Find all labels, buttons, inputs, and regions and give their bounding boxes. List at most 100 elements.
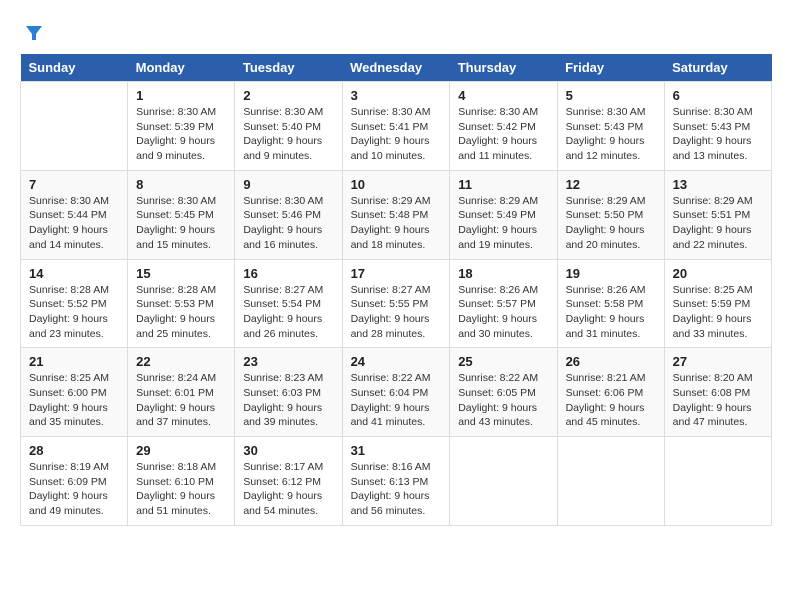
logo bbox=[20, 20, 46, 44]
week-row-4: 21Sunrise: 8:25 AM Sunset: 6:00 PM Dayli… bbox=[21, 348, 772, 437]
day-number: 4 bbox=[458, 88, 548, 103]
day-cell: 27 Sunrise: 8:20 AM Sunset: 6:08 PM Dayli… bbox=[664, 348, 771, 437]
day-cell: 1 Sunrise: 8:30 AM Sunset: 5:39 PM Daylig… bbox=[128, 82, 235, 171]
day-cell: 2Sunrise: 8:30 AM Sunset: 5:40 PM Daylig… bbox=[235, 82, 342, 171]
day-number: 16 bbox=[243, 266, 333, 281]
day-cell bbox=[557, 437, 664, 526]
day-info: Sunrise: 8:22 AM Sunset: 6:05 PM Dayligh… bbox=[458, 371, 548, 430]
day-cell: 30 Sunrise: 8:17 AM Sunset: 6:12 PM Dayli… bbox=[235, 437, 342, 526]
col-header-thursday: Thursday bbox=[450, 54, 557, 82]
day-info: Sunrise: 8:30 AM Sunset: 5:43 PM Dayligh… bbox=[566, 105, 656, 164]
day-cell: 10 Sunrise: 8:29 AM Sunset: 5:48 PM Dayli… bbox=[342, 170, 450, 259]
day-cell: 23 Sunrise: 8:23 AM Sunset: 6:03 PM Dayli… bbox=[235, 348, 342, 437]
day-info: Sunrise: 8:22 AM Sunset: 6:04 PM Dayligh… bbox=[351, 371, 442, 430]
day-cell: 20 Sunrise: 8:25 AM Sunset: 5:59 PM Dayli… bbox=[664, 259, 771, 348]
day-cell: 13Sunrise: 8:29 AM Sunset: 5:51 PM Dayli… bbox=[664, 170, 771, 259]
day-number: 5 bbox=[566, 88, 656, 103]
day-number: 3 bbox=[351, 88, 442, 103]
day-cell: 17 Sunrise: 8:27 AM Sunset: 5:55 PM Dayli… bbox=[342, 259, 450, 348]
day-cell bbox=[450, 437, 557, 526]
day-info: Sunrise: 8:26 AM Sunset: 5:57 PM Dayligh… bbox=[458, 283, 548, 342]
day-cell: 3 Sunrise: 8:30 AM Sunset: 5:41 PM Daylig… bbox=[342, 82, 450, 171]
day-number: 24 bbox=[351, 354, 442, 369]
day-info: Sunrise: 8:26 AM Sunset: 5:58 PM Dayligh… bbox=[566, 283, 656, 342]
day-info: Sunrise: 8:27 AM Sunset: 5:55 PM Dayligh… bbox=[351, 283, 442, 342]
day-cell: 16 Sunrise: 8:27 AM Sunset: 5:54 PM Dayli… bbox=[235, 259, 342, 348]
day-cell: 19Sunrise: 8:26 AM Sunset: 5:58 PM Dayli… bbox=[557, 259, 664, 348]
day-info: Sunrise: 8:19 AM Sunset: 6:09 PM Dayligh… bbox=[29, 460, 119, 519]
day-number: 23 bbox=[243, 354, 333, 369]
day-number: 26 bbox=[566, 354, 656, 369]
day-info: Sunrise: 8:29 AM Sunset: 5:48 PM Dayligh… bbox=[351, 194, 442, 253]
day-cell: 29 Sunrise: 8:18 AM Sunset: 6:10 PM Dayli… bbox=[128, 437, 235, 526]
day-info: Sunrise: 8:30 AM Sunset: 5:41 PM Dayligh… bbox=[351, 105, 442, 164]
day-cell: 5 Sunrise: 8:30 AM Sunset: 5:43 PM Daylig… bbox=[557, 82, 664, 171]
day-info: Sunrise: 8:25 AM Sunset: 5:59 PM Dayligh… bbox=[673, 283, 763, 342]
day-info: Sunrise: 8:17 AM Sunset: 6:12 PM Dayligh… bbox=[243, 460, 333, 519]
day-info: Sunrise: 8:24 AM Sunset: 6:01 PM Dayligh… bbox=[136, 371, 226, 430]
day-cell: 12 Sunrise: 8:29 AM Sunset: 5:50 PM Dayli… bbox=[557, 170, 664, 259]
week-row-3: 14 Sunrise: 8:28 AM Sunset: 5:52 PM Dayli… bbox=[21, 259, 772, 348]
day-info: Sunrise: 8:30 AM Sunset: 5:44 PM Dayligh… bbox=[29, 194, 119, 253]
week-row-5: 28Sunrise: 8:19 AM Sunset: 6:09 PM Dayli… bbox=[21, 437, 772, 526]
day-info: Sunrise: 8:30 AM Sunset: 5:40 PM Dayligh… bbox=[243, 105, 333, 164]
day-cell: 21Sunrise: 8:25 AM Sunset: 6:00 PM Dayli… bbox=[21, 348, 128, 437]
day-number: 10 bbox=[351, 177, 442, 192]
day-number: 14 bbox=[29, 266, 119, 281]
day-info: Sunrise: 8:29 AM Sunset: 5:49 PM Dayligh… bbox=[458, 194, 548, 253]
col-header-saturday: Saturday bbox=[664, 54, 771, 82]
day-cell: 6 Sunrise: 8:30 AM Sunset: 5:43 PM Daylig… bbox=[664, 82, 771, 171]
page-header bbox=[20, 20, 772, 44]
week-row-2: 7Sunrise: 8:30 AM Sunset: 5:44 PM Daylig… bbox=[21, 170, 772, 259]
day-cell: 31 Sunrise: 8:16 AM Sunset: 6:13 PM Dayli… bbox=[342, 437, 450, 526]
day-number: 29 bbox=[136, 443, 226, 458]
day-info: Sunrise: 8:29 AM Sunset: 5:50 PM Dayligh… bbox=[566, 194, 656, 253]
day-number: 15 bbox=[136, 266, 226, 281]
day-cell: 14 Sunrise: 8:28 AM Sunset: 5:52 PM Dayli… bbox=[21, 259, 128, 348]
day-info: Sunrise: 8:28 AM Sunset: 5:52 PM Dayligh… bbox=[29, 283, 119, 342]
day-cell: 15 Sunrise: 8:28 AM Sunset: 5:53 PM Dayli… bbox=[128, 259, 235, 348]
day-number: 18 bbox=[458, 266, 548, 281]
day-number: 9 bbox=[243, 177, 333, 192]
day-info: Sunrise: 8:29 AM Sunset: 5:51 PM Dayligh… bbox=[673, 194, 763, 253]
week-row-1: 1 Sunrise: 8:30 AM Sunset: 5:39 PM Daylig… bbox=[21, 82, 772, 171]
day-number: 6 bbox=[673, 88, 763, 103]
day-info: Sunrise: 8:23 AM Sunset: 6:03 PM Dayligh… bbox=[243, 371, 333, 430]
day-info: Sunrise: 8:30 AM Sunset: 5:39 PM Dayligh… bbox=[136, 105, 226, 164]
day-number: 1 bbox=[136, 88, 226, 103]
day-cell: 4Sunrise: 8:30 AM Sunset: 5:42 PM Daylig… bbox=[450, 82, 557, 171]
day-info: Sunrise: 8:16 AM Sunset: 6:13 PM Dayligh… bbox=[351, 460, 442, 519]
day-number: 17 bbox=[351, 266, 442, 281]
day-cell: 9 Sunrise: 8:30 AM Sunset: 5:46 PM Daylig… bbox=[235, 170, 342, 259]
day-number: 31 bbox=[351, 443, 442, 458]
col-header-friday: Friday bbox=[557, 54, 664, 82]
col-header-wednesday: Wednesday bbox=[342, 54, 450, 82]
day-info: Sunrise: 8:28 AM Sunset: 5:53 PM Dayligh… bbox=[136, 283, 226, 342]
col-header-monday: Monday bbox=[128, 54, 235, 82]
col-header-tuesday: Tuesday bbox=[235, 54, 342, 82]
day-number: 30 bbox=[243, 443, 333, 458]
day-cell bbox=[664, 437, 771, 526]
day-number: 27 bbox=[673, 354, 763, 369]
day-info: Sunrise: 8:25 AM Sunset: 6:00 PM Dayligh… bbox=[29, 371, 119, 430]
day-cell: 26Sunrise: 8:21 AM Sunset: 6:06 PM Dayli… bbox=[557, 348, 664, 437]
day-info: Sunrise: 8:20 AM Sunset: 6:08 PM Dayligh… bbox=[673, 371, 763, 430]
header-row: SundayMondayTuesdayWednesdayThursdayFrid… bbox=[21, 54, 772, 82]
day-info: Sunrise: 8:30 AM Sunset: 5:43 PM Dayligh… bbox=[673, 105, 763, 164]
day-cell: 7Sunrise: 8:30 AM Sunset: 5:44 PM Daylig… bbox=[21, 170, 128, 259]
day-number: 11 bbox=[458, 177, 548, 192]
day-info: Sunrise: 8:30 AM Sunset: 5:45 PM Dayligh… bbox=[136, 194, 226, 253]
day-cell: 24 Sunrise: 8:22 AM Sunset: 6:04 PM Dayli… bbox=[342, 348, 450, 437]
day-number: 20 bbox=[673, 266, 763, 281]
day-cell: 8 Sunrise: 8:30 AM Sunset: 5:45 PM Daylig… bbox=[128, 170, 235, 259]
day-number: 22 bbox=[136, 354, 226, 369]
day-info: Sunrise: 8:30 AM Sunset: 5:46 PM Dayligh… bbox=[243, 194, 333, 253]
logo-arrow-icon bbox=[22, 20, 46, 44]
day-cell: 28Sunrise: 8:19 AM Sunset: 6:09 PM Dayli… bbox=[21, 437, 128, 526]
day-number: 8 bbox=[136, 177, 226, 192]
day-info: Sunrise: 8:27 AM Sunset: 5:54 PM Dayligh… bbox=[243, 283, 333, 342]
day-number: 25 bbox=[458, 354, 548, 369]
day-number: 12 bbox=[566, 177, 656, 192]
day-info: Sunrise: 8:18 AM Sunset: 6:10 PM Dayligh… bbox=[136, 460, 226, 519]
day-cell: 25 Sunrise: 8:22 AM Sunset: 6:05 PM Dayli… bbox=[450, 348, 557, 437]
